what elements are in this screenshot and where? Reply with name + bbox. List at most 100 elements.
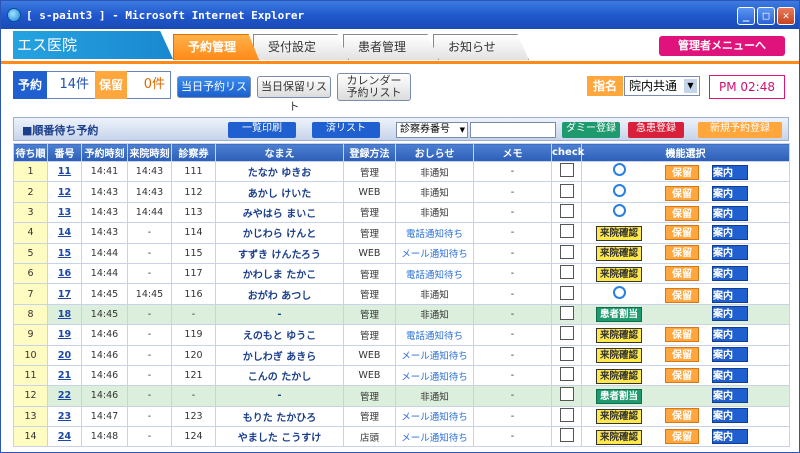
- row-checkbox[interactable]: [559, 244, 574, 259]
- reservation-number-link[interactable]: 13: [58, 207, 71, 218]
- patient-name: こんの たかし: [215, 364, 344, 387]
- reservation-time: 14:44: [81, 262, 128, 285]
- tab-reservation[interactable]: 予約管理: [173, 34, 259, 60]
- reservation-number-link[interactable]: 19: [58, 329, 71, 340]
- guide-button[interactable]: 案内: [712, 185, 748, 201]
- arrival-confirm-button[interactable]: 来院確認: [595, 225, 642, 241]
- reservation-number-link[interactable]: 14: [58, 227, 71, 238]
- row-checkbox[interactable]: [559, 407, 574, 422]
- reservation-number-link[interactable]: 21: [58, 370, 71, 381]
- reservation-number-link[interactable]: 24: [58, 431, 71, 442]
- row-checkbox[interactable]: [559, 428, 574, 443]
- reservation-number-link[interactable]: 11: [58, 166, 71, 177]
- hold-button[interactable]: 保留: [665, 265, 699, 281]
- print-all-button[interactable]: 一覧印刷: [228, 122, 296, 138]
- card-number-select[interactable]: 診察券番号 ▼: [396, 122, 468, 138]
- row-checkbox[interactable]: [559, 387, 574, 402]
- row-checkbox[interactable]: [559, 346, 574, 361]
- reservation-number-link[interactable]: 22: [58, 390, 71, 401]
- table-row: 4 14 14:43-114 かじわら けんと 管理 電話通知待ち - 来院確認 保留 案内: [13, 222, 790, 244]
- arrival-confirm-button[interactable]: 来院確認: [595, 368, 642, 384]
- guide-button[interactable]: 案内: [712, 428, 748, 444]
- hold-button[interactable]: 保留: [665, 245, 699, 261]
- reservation-number-link[interactable]: 18: [58, 309, 71, 320]
- new-reservation-button[interactable]: 新規予約登録: [698, 122, 782, 138]
- row-checkbox[interactable]: [559, 367, 574, 382]
- patient-name: みやはら まいこ: [215, 201, 344, 224]
- guide-button[interactable]: 案内: [712, 347, 748, 363]
- urgent-register-button[interactable]: 急患登録: [628, 122, 684, 138]
- chevron-down-icon[interactable]: ▼: [684, 79, 697, 93]
- register-method: 店頭: [343, 426, 396, 448]
- guide-button[interactable]: 案内: [712, 408, 748, 424]
- hold-button[interactable]: 保留: [665, 287, 699, 303]
- search-input[interactable]: [470, 122, 556, 138]
- hold-button[interactable]: 保留: [665, 367, 699, 383]
- hold-button[interactable]: 保留: [665, 224, 699, 240]
- maximize-icon[interactable]: □: [757, 7, 775, 25]
- reservation-number-link[interactable]: 16: [58, 268, 71, 279]
- arrival-confirm-button[interactable]: 来院確認: [595, 348, 642, 364]
- guide-button[interactable]: 案内: [712, 367, 748, 383]
- hold-button[interactable]: 保留: [665, 428, 699, 444]
- check-cell: [551, 344, 582, 366]
- tab-reception-settings[interactable]: 受付設定: [253, 34, 349, 60]
- row-checkbox[interactable]: [559, 326, 574, 341]
- reservation-number-link[interactable]: 12: [58, 187, 71, 198]
- today-hold-button[interactable]: 当日保留リスト: [257, 76, 331, 113]
- guide-button[interactable]: 案内: [712, 265, 748, 281]
- row-checkbox[interactable]: [559, 305, 574, 320]
- done-list-button[interactable]: 済リスト: [312, 122, 380, 138]
- assign-patient-button[interactable]: 患者割当: [595, 307, 642, 323]
- admin-menu-button[interactable]: 管理者メニューへ: [659, 36, 785, 56]
- guide-button[interactable]: 案内: [712, 306, 748, 322]
- guide-button[interactable]: 案内: [712, 326, 748, 342]
- close-icon[interactable]: ✕: [777, 7, 795, 25]
- row-checkbox[interactable]: [559, 183, 574, 198]
- hold-button[interactable]: 保留: [665, 205, 699, 221]
- reservation-number-link[interactable]: 20: [58, 350, 71, 361]
- tab-notice[interactable]: お知らせ: [433, 34, 529, 60]
- minimize-icon[interactable]: _: [737, 7, 755, 25]
- check-cell: [551, 222, 582, 244]
- table-row: 5 15 14:44-115 すずき けんたろう WEB メール通知待ち - 来院確認 保留 案内: [13, 242, 790, 264]
- arrival-confirm-button[interactable]: 来院確認: [595, 246, 642, 262]
- row-checkbox[interactable]: [559, 224, 574, 239]
- assign-patient-button[interactable]: 患者割当: [595, 388, 642, 404]
- guide-button[interactable]: 案内: [712, 165, 748, 181]
- status-slot: 来院確認: [586, 225, 652, 241]
- status-slot: 来院確認: [586, 348, 652, 364]
- row-checkbox[interactable]: [559, 285, 574, 300]
- row-checkbox[interactable]: [559, 265, 574, 280]
- arrival-confirm-button[interactable]: 来院確認: [595, 409, 642, 425]
- hold-button[interactable]: 保留: [665, 185, 699, 201]
- arrival-confirm-button[interactable]: 来院確認: [595, 266, 642, 282]
- guide-button[interactable]: 案内: [712, 205, 748, 221]
- check-cell: [551, 405, 582, 428]
- hold-button[interactable]: 保留: [665, 347, 699, 363]
- arrival-confirm-button[interactable]: 来院確認: [595, 327, 642, 343]
- arrival-confirm-button[interactable]: 来院確認: [595, 429, 642, 445]
- reservation-time: 14:46: [81, 385, 128, 407]
- guide-button[interactable]: 案内: [712, 287, 748, 303]
- reservation-number-link[interactable]: 15: [58, 248, 71, 259]
- dummy-register-button[interactable]: ダミー登録: [562, 122, 620, 138]
- doctor-select[interactable]: 院内共通 ▼: [624, 76, 700, 96]
- hold-button[interactable]: 保留: [665, 326, 699, 342]
- reservation-time: 14:44: [81, 242, 128, 264]
- calendar-list-button[interactable]: カレンダー 予約リスト: [337, 73, 411, 101]
- reservation-number-link[interactable]: 17: [58, 289, 71, 300]
- guide-button[interactable]: 案内: [712, 224, 748, 240]
- guide-button[interactable]: 案内: [712, 245, 748, 261]
- tab-patient-management[interactable]: 患者管理: [343, 34, 439, 60]
- row-checkbox[interactable]: [559, 203, 574, 218]
- title-bar: [ s-paint3 ] - Microsoft Internet Explor…: [1, 1, 799, 29]
- hold-button[interactable]: 保留: [665, 408, 699, 424]
- visit-time: -: [127, 364, 172, 387]
- guide-button[interactable]: 案内: [712, 387, 748, 403]
- register-method: 管理: [343, 385, 396, 407]
- today-list-button[interactable]: 当日予約リスト: [177, 76, 251, 113]
- hold-button[interactable]: 保留: [665, 165, 699, 181]
- row-checkbox[interactable]: [559, 163, 574, 178]
- reservation-number-link[interactable]: 23: [58, 411, 71, 422]
